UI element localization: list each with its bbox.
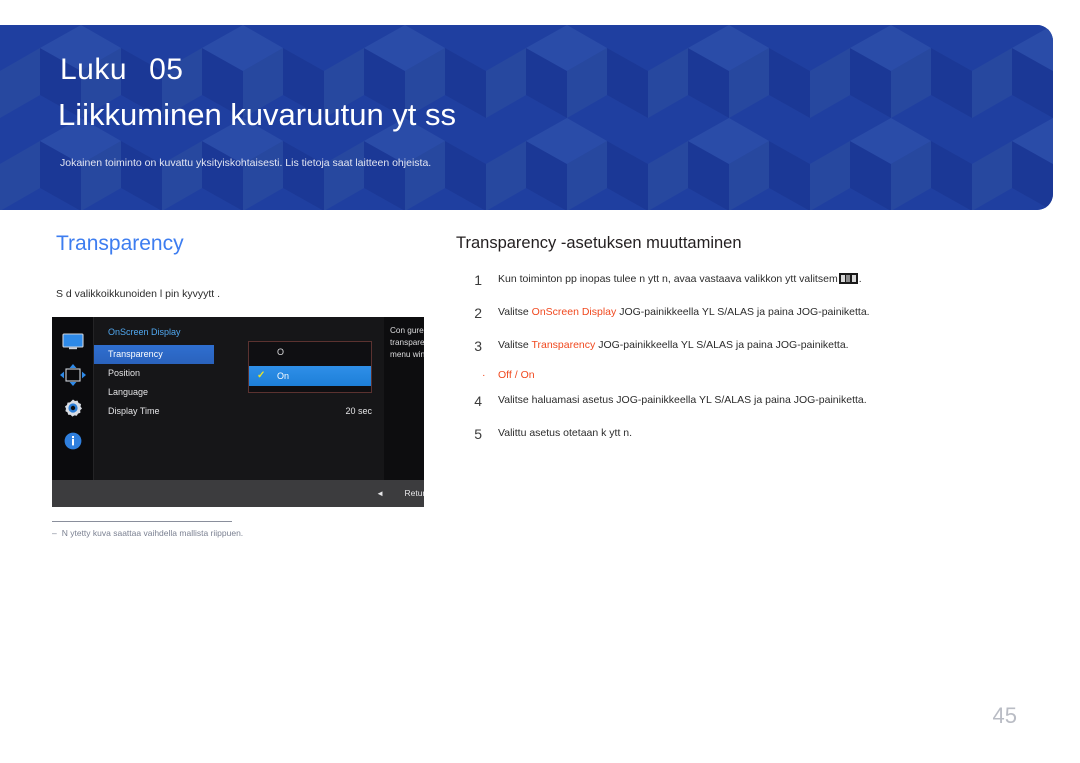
osd-return-label[interactable]: Return <box>404 480 424 507</box>
osd-screenshot: OnScreen Display Transparency Position L… <box>52 317 424 507</box>
osd-submenu-option-label: O <box>277 347 285 357</box>
monitor-icon <box>60 329 86 355</box>
chapter-subtitle: Jokainen toiminto on kuvattu yksityiskoh… <box>60 157 432 169</box>
step-5: 5 Valittu asetus otetaan k ytt n. <box>456 426 1016 451</box>
footnote-text: N ytetty kuva saattaa vaihdella mallista… <box>61 528 244 538</box>
osd-menu-item-display-time[interactable]: Display Time 20 sec <box>94 402 384 421</box>
osd-footer-bar: ◄ Return <box>52 480 424 507</box>
osd-icon-sidebar <box>52 317 94 480</box>
gear-icon <box>60 395 86 421</box>
step-number: 5 <box>474 426 482 442</box>
option-values: Off / On <box>498 369 535 381</box>
option-bullet: · Off / On <box>456 369 1016 381</box>
step-text-end: . <box>858 273 862 285</box>
chapter-label: Luku <box>60 53 128 86</box>
step-4: 4 Valitse haluamasi asetus JOG-painikkee… <box>456 393 1016 418</box>
bullet-dot-icon: · <box>482 369 486 381</box>
step-number: 3 <box>474 338 482 354</box>
left-column: Transparency S d valikkoikkunoiden l pin… <box>56 232 446 300</box>
osd-submenu-option-off[interactable]: O <box>249 342 371 362</box>
osd-description-panel: Con gure the transparency of the menu wi… <box>384 317 424 480</box>
step-text: Valittu asetus otetaan k ytt n. <box>498 427 633 439</box>
section-heading: Transparency <box>56 232 184 255</box>
step-text-end: JOG-painikkeella YL S/ALAS ja paina JOG-… <box>595 339 849 351</box>
chapter-title: Liikkuminen kuvaruutun yt ss <box>58 97 457 132</box>
back-arrow-icon[interactable]: ◄ <box>376 480 384 507</box>
step-text: Kun toiminton pp inopas tulee n ytt n, a… <box>498 273 838 285</box>
procedure-steps: 1 Kun toiminton pp inopas tulee n ytt n,… <box>456 272 1016 459</box>
position-arrows-icon <box>59 362 86 388</box>
footnote-divider <box>52 521 232 522</box>
page-number: 45 <box>992 703 1017 728</box>
osd-panel-title: OnScreen Display <box>108 327 181 337</box>
osd-submenu-option-label: On <box>277 371 290 381</box>
step-2: 2 Valitse OnScreen Display JOG-painikkee… <box>456 305 1016 330</box>
section-description: S d valikkoikkunoiden l pin kyvyytt . <box>56 288 220 300</box>
chapter-banner: Luku 05 Liikkuminen kuvaruutun yt ss Joka… <box>0 25 1053 210</box>
osd-submenu-transparency: O ✓ On <box>248 341 372 393</box>
step-text-end: JOG-painikkeella YL S/ALAS ja paina JOG-… <box>616 306 870 318</box>
osd-menu-item-label: Transparency <box>108 349 163 359</box>
chapter-line: Luku 05 <box>60 53 183 87</box>
step-highlight: Transparency <box>531 339 596 351</box>
check-icon: ✓ <box>257 370 266 381</box>
step-highlight: OnScreen Display <box>531 306 617 318</box>
step-number: 1 <box>474 272 482 288</box>
step-1: 1 Kun toiminton pp inopas tulee n ytt n,… <box>456 272 1016 297</box>
step-number: 2 <box>474 305 482 321</box>
osd-submenu-option-on[interactable]: ✓ On <box>249 366 371 386</box>
footnote: ‒ N ytetty kuva saattaa vaihdella mallist… <box>52 528 243 538</box>
procedure-heading: Transparency -asetuksen muuttaminen <box>456 234 742 252</box>
step-text: Valitse <box>498 339 532 351</box>
osd-menu-item-value: 20 sec <box>345 406 372 416</box>
step-text: Valitse haluamasi asetus JOG-painikkeell… <box>498 394 867 406</box>
chapter-number: 05 <box>149 53 184 86</box>
step-number: 4 <box>474 393 482 409</box>
osd-menu-panel: OnScreen Display Transparency Position L… <box>94 317 384 480</box>
osd-menu-item-label: Display Time <box>108 406 160 416</box>
osd-menu-item-transparency[interactable]: Transparency <box>94 345 214 364</box>
osd-menu-item-label: Position <box>108 368 141 378</box>
step-text: Valitse <box>498 306 532 318</box>
footnote-dash: ‒ <box>52 528 57 538</box>
osd-menu-item-label: Language <box>108 387 149 397</box>
right-column: Transparency -asetuksen muuttaminen 1 Ku… <box>456 234 1016 442</box>
jog-button-icon <box>838 273 858 284</box>
info-icon <box>60 428 86 454</box>
step-3: 3 Valitse Transparency JOG-painikkeella … <box>456 338 1016 363</box>
